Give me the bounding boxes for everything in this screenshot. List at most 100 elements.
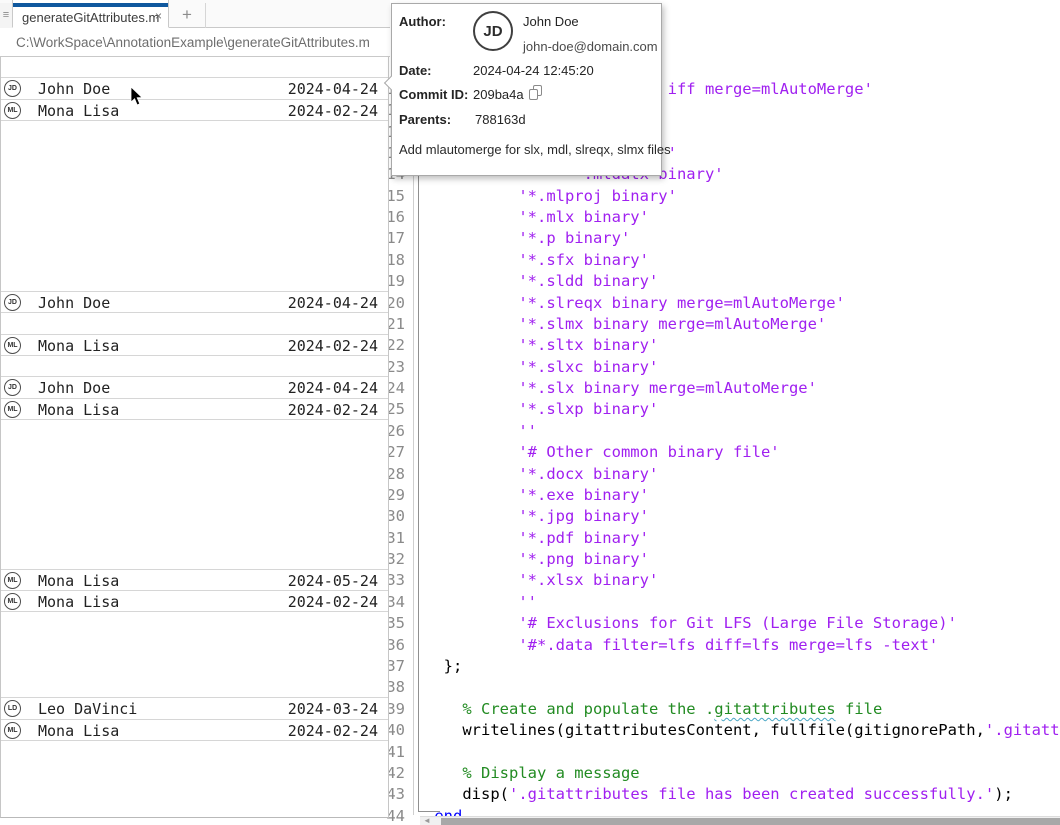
blame-commit-date: 2024-02-24 <box>288 593 378 611</box>
blame-author-name: Mona Lisa <box>38 337 119 355</box>
code-segment: disp( <box>425 785 509 803</box>
code-segment: '*.slx binary merge=mlAutoMerge' <box>425 379 817 397</box>
blame-commit-date: 2024-02-24 <box>288 722 378 740</box>
code-line: '*.mlproj binary' <box>425 186 677 207</box>
code-segment: '*.png binary' <box>425 550 649 568</box>
commit-id-value: 209ba4a <box>473 87 524 102</box>
blame-row[interactable]: JD John Doe 2024-04-24 <box>1 291 388 313</box>
author-avatar-icon: ML <box>4 572 21 589</box>
function-scope-line-end <box>418 811 440 812</box>
code-line: '*.slxc binary' <box>425 357 658 378</box>
blame-row[interactable]: ML Mona Lisa 2024-02-24 <box>1 590 388 612</box>
blame-commit-date: 2024-04-24 <box>288 294 378 312</box>
author-avatar-icon: JD <box>4 294 21 311</box>
blame-row[interactable]: JDJohn Doe2024-04-24 <box>1 77 388 99</box>
code-segment: % Create and populate the . <box>425 700 714 718</box>
code-line: '*.sfx binary' <box>425 250 649 271</box>
code-line: '*.slmx binary merge=mlAutoMerge' <box>425 314 826 335</box>
blame-commit-date: 2024-02-24 <box>288 337 378 355</box>
blame-row[interactable]: MLMona Lisa2024-02-24 <box>1 99 388 121</box>
blame-author-name: Mona Lisa <box>38 593 119 611</box>
code-segment: '*.jpg binary' <box>425 507 649 525</box>
code-segment: '.gitattributes file has been created su… <box>509 785 994 803</box>
code-line: '# Exclusions for Git LFS (Large File St… <box>425 613 957 634</box>
copy-commit-id-icon[interactable] <box>529 85 544 101</box>
author-avatar-icon: ML <box>4 593 21 610</box>
editor-window: iff merge=mlAutoMerge' ' '*.mldatx binar… <box>0 0 1060 825</box>
date-label: Date: <box>399 63 432 78</box>
code-line: '*.png binary' <box>425 549 649 570</box>
blame-author-name: John Doe <box>38 80 110 98</box>
blame-row[interactable]: MLMona Lisa2024-02-24 <box>1 334 388 356</box>
blame-author-name: Mona Lisa <box>38 401 119 419</box>
code-segment: writelines(gitattributesContent, fullfil… <box>425 721 985 739</box>
blame-author-name: Mona Lisa <box>38 572 119 590</box>
code-segment: '*.mlproj binary' <box>425 187 677 205</box>
code-line: }; <box>425 656 462 677</box>
code-line: '*.p binary' <box>425 228 630 249</box>
commit-details-popup: Author: JD John Doe john-doe@domain.com … <box>391 3 662 176</box>
tab-generategitattributes[interactable]: generateGitAttributes.m × <box>12 0 169 28</box>
blame-commit-date: 2024-03-24 <box>288 700 378 718</box>
tab-bar: ≡ generateGitAttributes.m × + <box>0 0 390 28</box>
blame-row[interactable]: MLMona Lisa2024-02-24 <box>1 719 388 741</box>
new-tab-button[interactable]: + <box>169 3 206 28</box>
parents-label: Parents: <box>399 112 451 127</box>
code-line: '*.sldd binary' <box>425 271 658 292</box>
code-segment: '*.xlsx binary' <box>425 571 658 589</box>
git-blame-panel: JD John Doe 2024-04-24 ML Mona Lisa 2024-02-2… <box>0 57 389 818</box>
blame-author-name: John Doe <box>38 294 110 312</box>
author-avatar-icon: ML <box>4 722 21 739</box>
code-segment: '# Other common binary file' <box>425 443 780 461</box>
scroll-left-arrow-icon[interactable]: ◄ <box>423 817 431 825</box>
code-segment: '#*.data filter=lfs diff=lfs merge=lfs -… <box>425 636 938 654</box>
code-segment: '*.slreqx binary merge=mlAutoMerge' <box>425 294 845 312</box>
author-avatar-icon: JD <box>4 379 21 396</box>
tab-title: generateGitAttributes.m <box>22 10 159 25</box>
author-email: john-doe@domain.com <box>523 39 658 54</box>
code-line: '*.slx binary merge=mlAutoMerge' <box>425 378 817 399</box>
horizontal-scrollbar[interactable]: ◄ <box>420 816 1060 825</box>
code-line: % Create and populate the .gitattributes… <box>425 699 882 720</box>
code-segment: '' <box>425 422 537 440</box>
code-line: '*.slreqx binary merge=mlAutoMerge' <box>425 293 845 314</box>
code-line: disp('.gitattributes file has been creat… <box>425 784 1013 805</box>
active-tab-accent <box>13 3 168 7</box>
blame-row[interactable]: MLMona Lisa2024-05-24 <box>1 569 388 591</box>
code-segment: gitattributes <box>714 700 835 718</box>
code-line: '*.exe binary' <box>425 485 649 506</box>
code-segment: file <box>836 700 883 718</box>
code-line: '*.xlsx binary' <box>425 570 658 591</box>
code-line: '*.jpg binary' <box>425 506 649 527</box>
file-path-bar: C:\WorkSpace\AnnotationExample\generateG… <box>0 28 390 57</box>
code-segment: }; <box>425 657 462 675</box>
code-line: '' <box>425 592 537 613</box>
scrollbar-thumb[interactable] <box>441 818 1060 825</box>
author-name: John Doe <box>523 14 579 29</box>
author-label: Author: <box>399 14 446 29</box>
tab-close-icon[interactable]: × <box>155 9 162 23</box>
author-avatar-icon: LD <box>4 700 21 717</box>
parents-value: 788163d <box>475 112 526 127</box>
author-avatar: JD <box>473 11 513 51</box>
blame-commit-date: 2024-02-24 <box>288 401 378 419</box>
code-segment: '# Exclusions for Git LFS (Large File St… <box>425 614 957 632</box>
file-path: C:\WorkSpace\AnnotationExample\generateG… <box>16 35 370 50</box>
code-segment: '*.mlx binary' <box>425 208 649 226</box>
code-segment: '*.slxc binary' <box>425 358 658 376</box>
mouse-cursor <box>130 86 146 108</box>
blame-row[interactable]: MLMona Lisa2024-02-24 <box>1 398 388 420</box>
commit-message: Add mlautomerge for slx, mdl, slreqx, sl… <box>399 142 671 157</box>
code-segment: '*.slxp binary' <box>425 400 658 418</box>
blame-commit-date: 2024-04-24 <box>288 80 378 98</box>
code-line: % Display a message <box>425 763 640 784</box>
date-value: 2024-04-24 12:45:20 <box>473 63 594 78</box>
code-line: '*.slxp binary' <box>425 399 658 420</box>
blame-row[interactable]: JDJohn Doe2024-04-24 <box>1 376 388 398</box>
code-segment: ); <box>994 785 1013 803</box>
code-line: writelines(gitattributesContent, fullfil… <box>425 720 1060 741</box>
blame-commit-date: 2024-04-24 <box>288 379 378 397</box>
blame-row[interactable]: LDLeo DaVinci2024-03-24 <box>1 697 388 719</box>
code-segment: '*.sfx binary' <box>425 251 649 269</box>
code-segment: '.gitattributes' <box>985 721 1060 739</box>
